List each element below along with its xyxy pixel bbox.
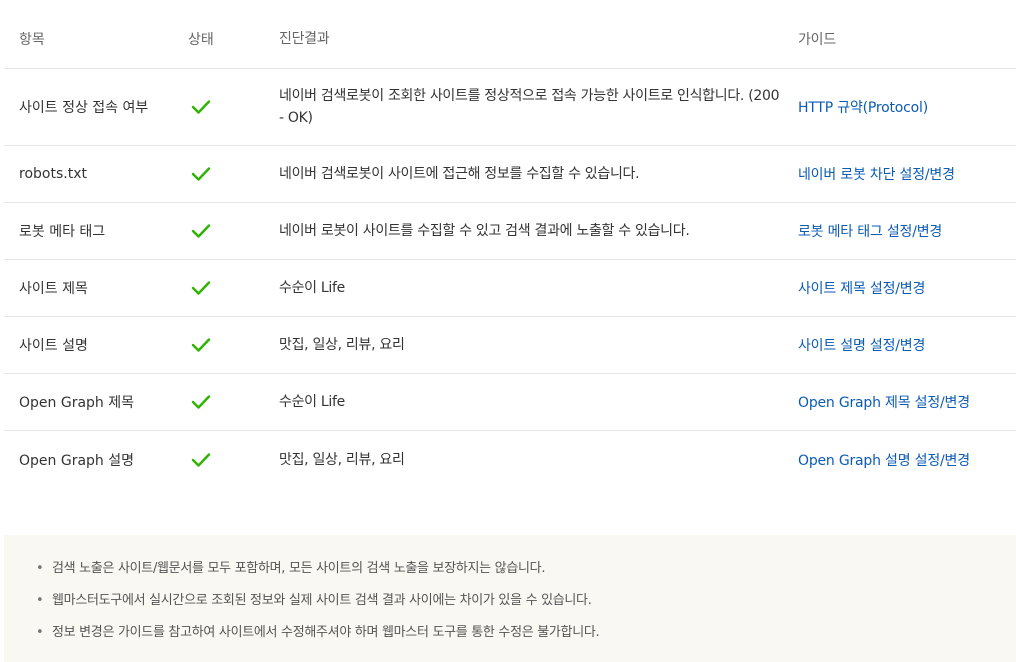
row-guide: 네이버 로봇 차단 설정/변경 (798, 164, 1016, 184)
row-item: 사이트 정상 접속 여부 (19, 100, 149, 116)
row-item: Open Graph 설명 (19, 452, 134, 469)
row-guide: Open Graph 제목 설정/변경 (798, 392, 1016, 412)
row-result: 맛집, 일상, 리뷰, 요리 (279, 337, 405, 353)
row-item: 사이트 설명 (19, 338, 88, 354)
row-result: 네이버 로봇이 사이트를 수집할 수 있고 검색 결과에 노출할 수 있습니다. (279, 223, 690, 239)
row-result: 수순이 Life (279, 280, 345, 296)
row-item: robots.txt (19, 166, 87, 182)
notice-text: 정보 변경은 가이드를 참고하여 사이트에서 수정해주셔야 하며 웹마스터 도구… (52, 625, 600, 640)
row-item: Open Graph 제목 (19, 395, 134, 411)
row-guide: 사이트 제목 설정/변경 (798, 278, 1016, 298)
bullet-icon: • (36, 561, 44, 576)
header-result: 진단결과 (279, 31, 330, 47)
row-guide: 사이트 설명 설정/변경 (798, 335, 1016, 355)
check-icon (191, 100, 211, 114)
guide-link-site-description[interactable]: 사이트 설명 설정/변경 (798, 338, 925, 354)
header-guide: 가이드 (798, 32, 837, 48)
header-status-label: 상태 (188, 32, 214, 48)
guide-link-robot-meta-tag[interactable]: 로봇 메타 태그 설정/변경 (798, 224, 942, 240)
row-guide: 로봇 메타 태그 설정/변경 (798, 221, 1016, 241)
row-result: 수순이 Life (279, 394, 345, 410)
check-icon (191, 224, 211, 238)
guide-link-og-title[interactable]: Open Graph 제목 설정/변경 (798, 395, 970, 411)
row-item: 로봇 메타 태그 (19, 224, 106, 240)
guide-link-og-description[interactable]: Open Graph 설명 설정/변경 (798, 453, 970, 469)
guide-link-http-protocol[interactable]: HTTP 규약(Protocol) (798, 100, 928, 116)
row-guide: Open Graph 설명 설정/변경 (798, 450, 1016, 470)
notice-item: • 웹마스터도구에서 실시간으로 조회된 정보와 실제 사이트 검색 결과 사이… (36, 591, 1016, 623)
row-status (188, 452, 279, 468)
bullet-icon: • (36, 625, 44, 640)
notice-box: • 검색 노출은 사이트/웹문서를 모두 포함하며, 모든 사이트의 검색 노출… (4, 535, 1016, 662)
row-status (188, 166, 279, 182)
table-row: Open Graph 제목 수순이 Life Open Graph 제목 설정/… (4, 374, 1016, 431)
notice-list: • 검색 노출은 사이트/웹문서를 모두 포함하며, 모든 사이트의 검색 노출… (36, 559, 1016, 655)
row-result: 맛집, 일상, 리뷰, 요리 (279, 451, 405, 468)
check-icon (191, 167, 211, 181)
notice-item: • 검색 노출은 사이트/웹문서를 모두 포함하며, 모든 사이트의 검색 노출… (36, 559, 1016, 591)
row-status (188, 337, 279, 353)
row-item: 사이트 제목 (19, 281, 88, 297)
table-row: 사이트 정상 접속 여부 네이버 검색로봇이 조회한 사이트를 정상적으로 접속… (4, 69, 1016, 146)
table-row: 사이트 설명 맛집, 일상, 리뷰, 요리 사이트 설명 설정/변경 (4, 317, 1016, 374)
row-status (188, 223, 279, 239)
table-row: robots.txt 네이버 검색로봇이 사이트에 접근해 정보를 수집할 수 … (4, 146, 1016, 203)
table-row: Open Graph 설명 맛집, 일상, 리뷰, 요리 Open Graph … (4, 431, 1016, 488)
table-row: 로봇 메타 태그 네이버 로봇이 사이트를 수집할 수 있고 검색 결과에 노출… (4, 203, 1016, 260)
row-status (188, 280, 279, 296)
diagnosis-table: 항목 상태 진단결과 가이드 사이트 정상 접속 여부 네이버 검색로봇이 조회… (4, 10, 1016, 488)
table-header: 항목 상태 진단결과 가이드 (4, 10, 1016, 69)
guide-link-site-title[interactable]: 사이트 제목 설정/변경 (798, 281, 925, 297)
header-item: 항목 (19, 32, 45, 48)
notice-item: • 정보 변경은 가이드를 참고하여 사이트에서 수정해주셔야 하며 웹마스터 … (36, 623, 1016, 655)
guide-link-robot-block[interactable]: 네이버 로봇 차단 설정/변경 (798, 167, 955, 183)
row-result: 네이버 검색로봇이 사이트에 접근해 정보를 수집할 수 있습니다. (279, 166, 640, 182)
row-status (188, 394, 279, 410)
check-icon (191, 452, 211, 467)
bullet-icon: • (36, 593, 44, 608)
header-status: 상태 (188, 29, 279, 49)
check-icon (191, 338, 211, 352)
check-icon (191, 395, 211, 409)
notice-text: 검색 노출은 사이트/웹문서를 모두 포함하며, 모든 사이트의 검색 노출을 … (52, 561, 546, 576)
row-guide: HTTP 규약(Protocol) (798, 97, 1016, 117)
row-status (188, 99, 279, 115)
notice-text: 웹마스터도구에서 실시간으로 조회된 정보와 실제 사이트 검색 결과 사이에는… (52, 593, 592, 608)
row-result: 네이버 검색로봇이 조회한 사이트를 정상적으로 접속 가능한 사이트로 인식합… (279, 88, 780, 126)
table-row: 사이트 제목 수순이 Life 사이트 제목 설정/변경 (4, 260, 1016, 317)
check-icon (191, 281, 211, 295)
